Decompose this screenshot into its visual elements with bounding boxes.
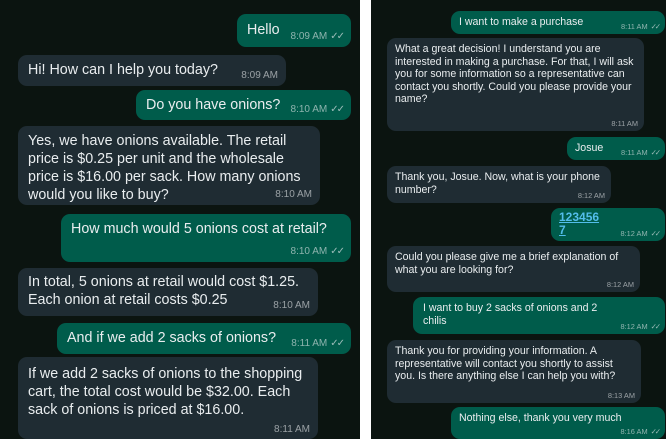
read-receipt-icon: ✓✓ <box>330 104 345 115</box>
message-text: How much would 5 onions cost at retail? <box>71 221 327 237</box>
message-text: Nothing else, thank you very much <box>459 412 622 424</box>
message-meta: 8:12 AM ✓✓ <box>620 322 661 331</box>
message-time: 8:11 AM <box>621 22 648 31</box>
outgoing-message[interactable]: Josue 8:11 AM ✓✓ <box>567 137 665 160</box>
message-time: 8:10 AM <box>290 246 328 257</box>
message-text: I want to buy 2 sacks of onions and 2 ch… <box>423 302 598 327</box>
message-text: What a great decision! I understand you … <box>395 43 634 106</box>
message-time: 8:16 AM <box>620 427 648 436</box>
message-time: 8:12 AM <box>577 191 605 200</box>
message-text: If we add 2 sacks of onions to the shopp… <box>28 366 303 418</box>
message-text: Hi! How can I help you today? <box>28 62 218 78</box>
read-receipt-icon: ✓✓ <box>650 322 661 331</box>
incoming-message[interactable]: If we add 2 sacks of onions to the shopp… <box>18 357 318 439</box>
message-meta: 8:09 AM ✓✓ <box>290 31 345 42</box>
read-receipt-icon: ✓✓ <box>650 229 661 238</box>
message-time: 8:11 AM <box>611 119 638 128</box>
message-time: 8:11 AM <box>291 338 328 349</box>
message-time: 8:12 AM <box>620 229 648 238</box>
message-meta: 8:11 AM ✓✓ <box>621 148 661 157</box>
message-text: Yes, we have onions available. The retai… <box>28 133 301 203</box>
message-meta: 8:10 AM ✓✓ <box>290 104 345 115</box>
message-text: Could you please give me a brief explana… <box>395 251 619 276</box>
message-meta: 8:12 AM ✓✓ <box>620 229 661 238</box>
right-chat-panel: I want to make a purchase 8:11 AM ✓✓ What… <box>371 0 666 439</box>
outgoing-message[interactable]: Hello 8:09 AM ✓✓ <box>237 14 351 47</box>
incoming-message[interactable]: Could you please give me a brief explana… <box>387 246 640 292</box>
message-time: 8:09 AM <box>290 31 328 42</box>
read-receipt-icon: ✓✓ <box>650 22 661 31</box>
message-time: 8:10 AM <box>290 104 328 115</box>
outgoing-message[interactable]: 123456 7 8:12 AM ✓✓ <box>551 208 665 241</box>
outgoing-message[interactable]: Nothing else, thank you very much 8:16 A… <box>451 407 665 439</box>
incoming-message[interactable]: Thank you for providing your information… <box>387 340 641 403</box>
read-receipt-icon: ✓✓ <box>330 338 345 349</box>
message-time: 8:10 AM <box>275 189 312 200</box>
message-meta: 8:10 AM ✓✓ <box>290 246 345 257</box>
incoming-message[interactable]: What a great decision! I understand you … <box>387 38 644 131</box>
message-text: Thank you, Josue. Now, what is your phon… <box>395 171 600 196</box>
read-receipt-icon: ✓✓ <box>650 427 661 436</box>
message-time: 8:13 AM <box>607 391 635 400</box>
outgoing-message[interactable]: And if we add 2 sacks of onions? 8:11 AM… <box>57 323 351 354</box>
outgoing-message[interactable]: How much would 5 onions cost at retail? … <box>61 214 351 262</box>
incoming-message[interactable]: Thank you, Josue. Now, what is your phon… <box>387 166 611 203</box>
message-time: 8:11 AM <box>621 148 648 157</box>
message-time: 8:12 AM <box>620 322 648 331</box>
phone-number-link[interactable]: 123456 7 <box>559 211 604 237</box>
read-receipt-icon: ✓✓ <box>330 31 345 42</box>
message-meta: 8:11 AM ✓✓ <box>291 338 345 349</box>
incoming-message[interactable]: Yes, we have onions available. The retai… <box>18 126 320 205</box>
incoming-message[interactable]: Hi! How can I help you today? 8:09 AM <box>18 55 286 86</box>
left-chat-panel: Hello 8:09 AM ✓✓ Hi! How can I help you t… <box>0 0 360 439</box>
message-meta: 8:16 AM ✓✓ <box>620 427 661 436</box>
read-receipt-icon: ✓✓ <box>330 246 345 257</box>
read-receipt-icon: ✓✓ <box>650 148 661 157</box>
outgoing-message[interactable]: I want to buy 2 sacks of onions and 2 ch… <box>413 297 665 334</box>
message-text: Thank you for providing your information… <box>395 345 616 383</box>
outgoing-message[interactable]: I want to make a purchase 8:11 AM ✓✓ <box>451 11 665 34</box>
message-time: 8:12 AM <box>606 280 634 289</box>
outgoing-message[interactable]: Do you have onions? 8:10 AM ✓✓ <box>136 90 351 120</box>
message-time: 8:10 AM <box>273 300 310 311</box>
message-time: 8:11 AM <box>274 424 310 435</box>
message-time: 8:09 AM <box>241 70 278 81</box>
message-meta: 8:11 AM ✓✓ <box>621 22 661 31</box>
incoming-message[interactable]: In total, 5 onions at retail would cost … <box>18 268 318 316</box>
